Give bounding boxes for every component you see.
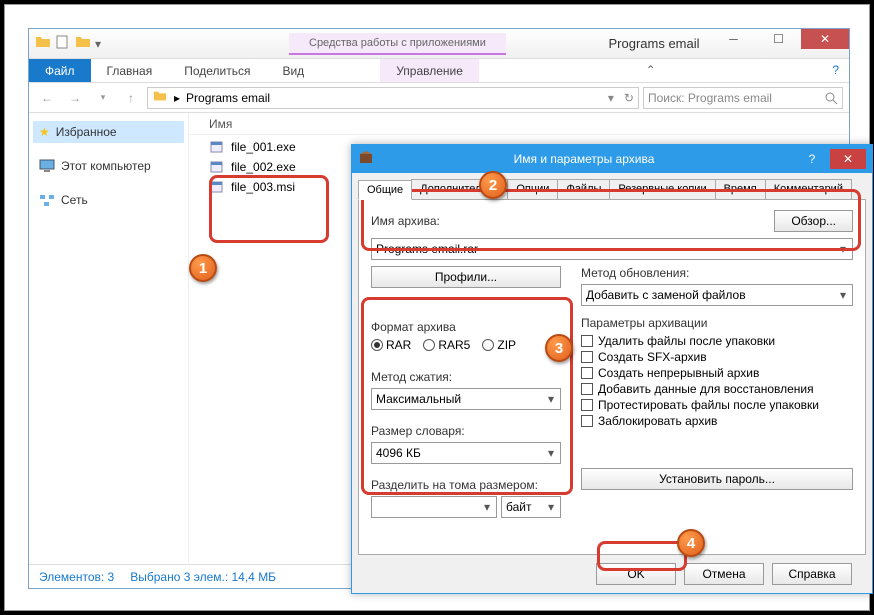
dialog-help-button[interactable]: ? xyxy=(794,149,830,169)
compression-select[interactable]: Максимальный xyxy=(371,388,561,410)
status-selected: Выбрано 3 элем.: 14,4 МБ xyxy=(130,570,276,584)
dtab-advanced[interactable]: Дополнительно xyxy=(411,179,508,199)
help-icon[interactable]: ? xyxy=(822,59,849,82)
up-button[interactable]: ↑ xyxy=(119,86,143,110)
chevron-down-icon[interactable]: ▾ xyxy=(95,37,101,51)
dtab-options[interactable]: Опции xyxy=(507,179,558,199)
check-recovery[interactable]: Добавить данные для восстановления xyxy=(581,382,853,396)
dtab-backup[interactable]: Резервные копии xyxy=(609,179,715,199)
dtab-files[interactable]: Файлы xyxy=(557,179,610,199)
properties-icon[interactable] xyxy=(55,34,71,53)
help-button[interactable]: Справка xyxy=(772,563,852,585)
dialog-title: Имя и параметры архива xyxy=(374,152,794,166)
navigation-pane: ★Избранное Этот компьютер Сеть xyxy=(29,113,189,563)
browse-button[interactable]: Обзор... xyxy=(774,210,853,232)
dtab-general[interactable]: Общие xyxy=(358,180,412,200)
nav-network[interactable]: Сеть xyxy=(33,189,184,211)
forward-button[interactable]: → xyxy=(63,86,87,110)
archive-dialog: Имя и параметры архива ? ✕ Общие Дополни… xyxy=(351,144,873,594)
split-label: Разделить на тома размером: xyxy=(371,478,561,492)
dictionary-label: Размер словаря: xyxy=(371,424,561,438)
params-label: Параметры архивации xyxy=(581,316,853,330)
quick-access-toolbar: ▾ xyxy=(29,34,101,53)
check-solid[interactable]: Создать непрерывный архив xyxy=(581,366,853,380)
update-method-select[interactable]: Добавить с заменой файлов xyxy=(581,284,853,306)
maximize-button[interactable]: ☐ xyxy=(756,29,801,49)
tab-view[interactable]: Вид xyxy=(266,59,320,82)
collapse-ribbon-icon[interactable]: ⌃ xyxy=(636,59,666,82)
nav-thispc[interactable]: Этот компьютер xyxy=(33,155,184,177)
network-icon xyxy=(39,193,55,207)
dtab-time[interactable]: Время xyxy=(715,179,766,199)
folder-icon xyxy=(35,34,51,53)
tab-file[interactable]: Файл xyxy=(29,59,91,82)
check-lock[interactable]: Заблокировать архив xyxy=(581,414,853,428)
navigation-bar: ← → ▾ ↑ ▸ Programs email ▾ ↻ Поиск: Prog… xyxy=(29,83,849,113)
radio-rar[interactable]: RAR xyxy=(371,338,411,352)
archive-name-input[interactable]: Programs email.rar xyxy=(371,238,853,260)
minimize-button[interactable]: ─ xyxy=(711,29,756,49)
search-icon xyxy=(824,91,838,105)
titlebar: ▾ Средства работы с приложениями Program… xyxy=(29,29,849,59)
dialog-close-button[interactable]: ✕ xyxy=(830,149,866,169)
cancel-button[interactable]: Отмена xyxy=(684,563,764,585)
split-size-input[interactable] xyxy=(371,496,497,518)
archive-name-label: Имя архива: xyxy=(371,214,440,228)
tab-share[interactable]: Поделиться xyxy=(168,59,266,82)
nav-favorites[interactable]: ★Избранное xyxy=(33,121,184,143)
contextual-tab-label: Средства работы с приложениями xyxy=(289,33,506,55)
radio-zip[interactable]: ZIP xyxy=(482,338,516,352)
tab-manage[interactable]: Управление xyxy=(380,59,479,82)
back-button[interactable]: ← xyxy=(35,86,59,110)
update-method-label: Метод обновления: xyxy=(581,266,853,280)
dtab-comment[interactable]: Комментарий xyxy=(765,179,852,199)
dialog-tabs: Общие Дополнительно Опции Файлы Резервны… xyxy=(358,179,866,200)
explorer-window: ▾ Средства работы с приложениями Program… xyxy=(28,28,850,589)
winrar-icon xyxy=(358,150,374,169)
compression-label: Метод сжатия: xyxy=(371,370,561,384)
password-button[interactable]: Установить пароль... xyxy=(581,468,853,490)
folder-icon xyxy=(152,89,168,106)
exe-icon xyxy=(209,160,225,174)
computer-icon xyxy=(39,159,55,173)
column-header-name[interactable]: Имя xyxy=(189,113,849,135)
dialog-titlebar: Имя и параметры архива ? ✕ xyxy=(352,145,872,173)
recent-button[interactable]: ▾ xyxy=(91,86,115,110)
check-test[interactable]: Протестировать файлы после упаковки xyxy=(581,398,853,412)
check-delete[interactable]: Удалить файлы после упаковки xyxy=(581,334,853,348)
star-icon: ★ xyxy=(39,125,50,139)
new-folder-icon[interactable] xyxy=(75,34,91,53)
ok-button[interactable]: OK xyxy=(596,563,676,585)
address-bar[interactable]: ▸ Programs email ▾ ↻ xyxy=(147,87,639,109)
ribbon-tabs: Файл Главная Поделиться Вид Управление ⌃… xyxy=(29,59,849,83)
dictionary-select[interactable]: 4096 КБ xyxy=(371,442,561,464)
status-items: Элементов: 3 xyxy=(39,570,114,584)
tab-home[interactable]: Главная xyxy=(91,59,169,82)
check-sfx[interactable]: Создать SFX-архив xyxy=(581,350,853,364)
search-input[interactable]: Поиск: Programs email xyxy=(643,87,843,109)
radio-rar5[interactable]: RAR5 xyxy=(423,338,470,352)
msi-icon xyxy=(209,180,225,194)
exe-icon xyxy=(209,140,225,154)
search-placeholder: Поиск: Programs email xyxy=(648,91,772,105)
breadcrumb[interactable]: Programs email xyxy=(186,91,270,105)
split-unit-select[interactable]: байт xyxy=(501,496,561,518)
close-button[interactable]: ✕ xyxy=(801,29,849,49)
profiles-button[interactable]: Профили... xyxy=(371,266,561,288)
format-label: Формат архива xyxy=(371,320,561,334)
